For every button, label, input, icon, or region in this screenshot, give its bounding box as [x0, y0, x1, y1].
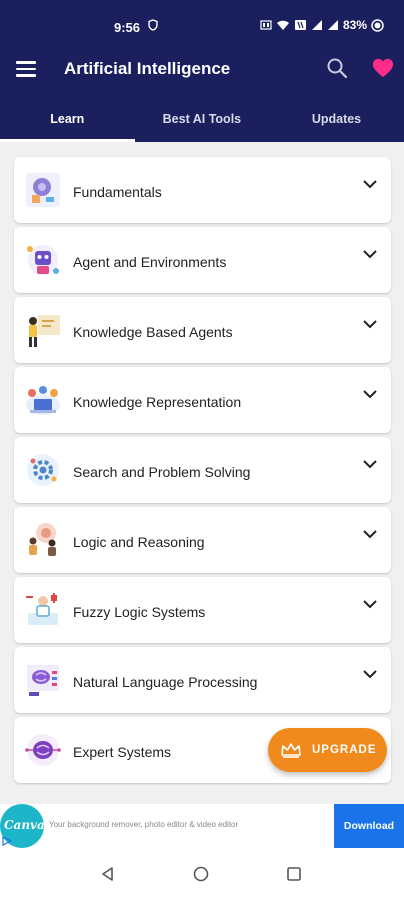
battery-icon — [371, 18, 384, 32]
page-title: Artificial Intelligence — [64, 59, 231, 78]
status-bar: 9:56 83% — [0, 0, 404, 44]
system-nav-bar — [0, 848, 404, 900]
brain-circuit-icon — [25, 734, 61, 766]
person-board-icon — [29, 315, 60, 347]
chevron-down-icon[interactable] — [363, 669, 377, 679]
back-nav-icon[interactable] — [100, 866, 116, 882]
topic-label: Agent and Environments — [73, 254, 227, 270]
topic-label: Search and Problem Solving — [73, 464, 251, 480]
topic-card-agent-environments[interactable]: Agent and Environments — [14, 227, 391, 293]
ad-info-icon[interactable] — [2, 836, 12, 846]
topic-label: Natural Language Processing — [73, 674, 258, 690]
chevron-down-icon[interactable] — [363, 249, 377, 259]
home-nav-icon[interactable] — [193, 866, 209, 882]
brain-screen-icon — [27, 665, 59, 696]
chevron-down-icon[interactable] — [363, 599, 377, 609]
chevron-down-icon[interactable] — [363, 179, 377, 189]
topic-label: Knowledge Based Agents — [73, 324, 233, 340]
tab-updates[interactable]: Updates — [269, 104, 404, 142]
topic-label: Logic and Reasoning — [73, 534, 205, 550]
brain-head-icon — [26, 173, 60, 207]
volte-icon — [260, 20, 272, 30]
heart-favorite-icon[interactable] — [372, 57, 394, 79]
chevron-down-icon[interactable] — [363, 319, 377, 329]
topic-card-knowledge-representation[interactable]: Knowledge Representation — [14, 367, 391, 433]
hamburger-menu-icon[interactable] — [16, 61, 36, 77]
ad-download-button[interactable]: Download — [334, 804, 404, 848]
gear-search-icon — [27, 454, 59, 486]
topic-card-logic-reasoning[interactable]: Logic and Reasoning — [14, 507, 391, 573]
doctor-robot-icon — [26, 593, 58, 625]
topic-card-nlp[interactable]: Natural Language Processing — [14, 647, 391, 713]
topic-card-knowledge-based-agents[interactable]: Knowledge Based Agents — [14, 297, 391, 363]
topic-label: Fundamentals — [73, 184, 162, 200]
search-icon[interactable] — [326, 57, 348, 79]
crown-icon — [281, 743, 301, 758]
content-area: Fundamentals Agent and Environments Know… — [0, 142, 404, 804]
app-bar: Artificial Intelligence Learn Best AI To… — [0, 44, 404, 142]
status-time: 9:56 — [114, 20, 141, 35]
recents-nav-icon[interactable] — [286, 866, 302, 882]
topic-label: Fuzzy Logic Systems — [73, 604, 206, 620]
chevron-down-icon[interactable] — [363, 459, 377, 469]
chevron-down-icon[interactable] — [363, 389, 377, 399]
topic-label: Knowledge Representation — [73, 394, 242, 410]
nfc-icon — [294, 20, 306, 30]
topic-label: Expert Systems — [73, 744, 172, 760]
battery-percent: 83% — [342, 18, 367, 32]
robot-agent-icon — [27, 245, 59, 275]
status-indicators: 83% — [260, 18, 384, 32]
signal-icon — [311, 20, 322, 30]
people-thinking-icon — [29, 523, 56, 556]
chevron-down-icon[interactable] — [363, 529, 377, 539]
signal-icon-2 — [327, 20, 338, 30]
upgrade-button[interactable]: UPGRADE — [268, 728, 387, 772]
topic-list: Fundamentals Agent and Environments Know… — [14, 157, 391, 787]
tab-learn[interactable]: Learn — [0, 104, 135, 142]
shield-status-icon — [148, 19, 158, 31]
topic-card-fuzzy-logic[interactable]: Fuzzy Logic Systems — [14, 577, 391, 643]
ad-brand: Canva — [4, 818, 44, 832]
topic-card-fundamentals[interactable]: Fundamentals — [14, 157, 391, 223]
upgrade-label: UPGRADE — [312, 744, 377, 756]
team-laptop-icon — [26, 386, 60, 415]
topic-card-search-problem-solving[interactable]: Search and Problem Solving — [14, 437, 391, 503]
ad-banner[interactable]: Canva Your background remover, photo edi… — [0, 804, 404, 848]
ad-text: Your background remover, photo editor & … — [49, 820, 239, 829]
tab-best-ai-tools[interactable]: Best AI Tools — [135, 104, 270, 142]
wifi-icon — [276, 20, 289, 30]
tab-bar: Learn Best AI Tools Updates — [0, 104, 404, 142]
